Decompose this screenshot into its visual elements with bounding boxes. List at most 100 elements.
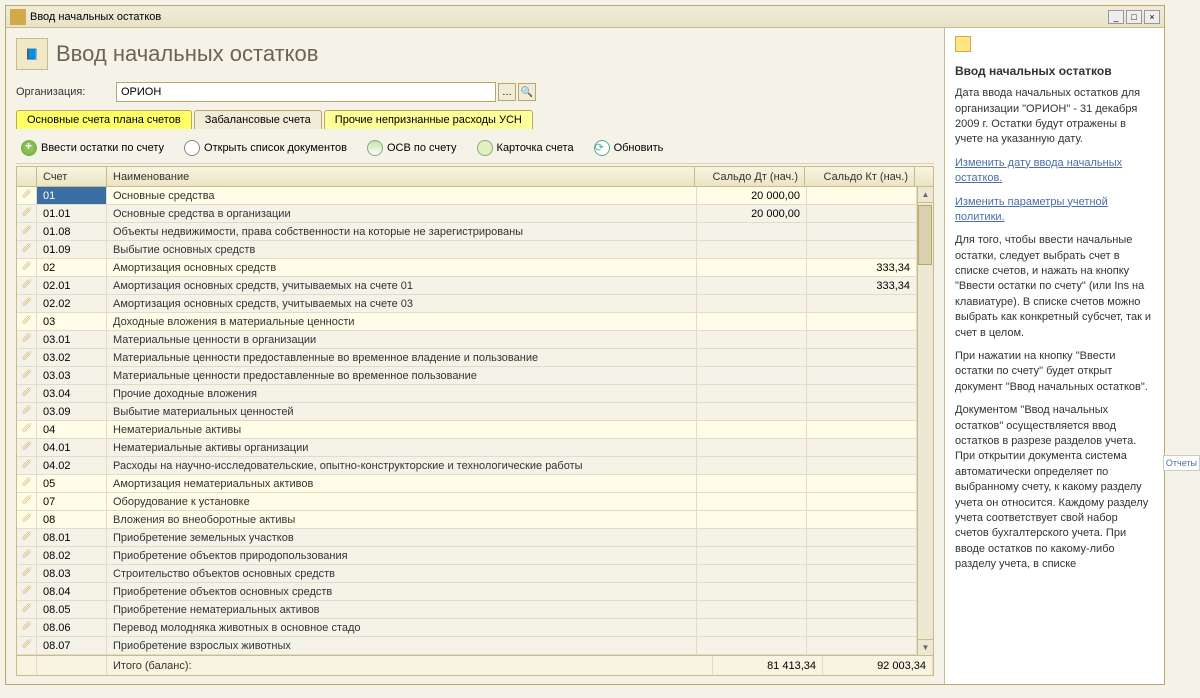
vertical-scrollbar[interactable]: ▲ ▼ <box>917 187 933 655</box>
row-credit <box>807 439 917 456</box>
accounts-table: Счет Наименование Сальдо Дт (нач.) Сальд… <box>16 166 934 676</box>
row-debit <box>697 349 807 366</box>
side-label-reports[interactable]: Отчеты <box>1163 455 1200 471</box>
col-debit-header[interactable]: Сальдо Дт (нач.) <box>695 167 805 186</box>
org-choose-button[interactable]: … <box>498 83 516 101</box>
table-row[interactable]: ␥08.03Строительство объектов основных ср… <box>17 565 917 583</box>
row-account: 04 <box>37 421 107 438</box>
table-row[interactable]: ␥05Амортизация нематериальных активов <box>17 475 917 493</box>
document-icon <box>184 140 200 156</box>
table-row[interactable]: ␥07Оборудование к установке <box>17 493 917 511</box>
row-debit <box>697 259 807 276</box>
table-row[interactable]: ␥01.08Объекты недвижимости, права собств… <box>17 223 917 241</box>
row-account: 08.06 <box>37 619 107 636</box>
scroll-down-button[interactable]: ▼ <box>918 639 933 655</box>
row-name: Материальные ценности предоставленные во… <box>107 349 697 366</box>
table-row[interactable]: ␥04Нематериальные активы <box>17 421 917 439</box>
tab-2[interactable]: Прочие непризнанные расходы УСН <box>324 110 533 129</box>
row-icon: ␥ <box>17 439 37 456</box>
row-credit <box>807 205 917 222</box>
table-row[interactable]: ␥08.02Приобретение объектов природопольз… <box>17 547 917 565</box>
col-credit-header[interactable]: Сальдо Кт (нач.) <box>805 167 915 186</box>
table-row[interactable]: ␥01Основные средства20 000,00 <box>17 187 917 205</box>
table-row[interactable]: ␥01.01Основные средства в организации20 … <box>17 205 917 223</box>
maximize-button[interactable]: □ <box>1126 10 1142 24</box>
scroll-up-button[interactable]: ▲ <box>918 187 933 203</box>
tab-0[interactable]: Основные счета плана счетов <box>16 110 192 129</box>
row-debit <box>697 295 807 312</box>
card-icon <box>477 140 493 156</box>
col-account-header[interactable]: Счет <box>37 167 107 186</box>
table-row[interactable]: ␥03.02Материальные ценности предоставлен… <box>17 349 917 367</box>
row-credit <box>807 529 917 546</box>
row-icon: ␥ <box>17 583 37 600</box>
row-icon: ␥ <box>17 475 37 492</box>
row-debit <box>697 403 807 420</box>
row-icon: ␥ <box>17 313 37 330</box>
row-credit <box>807 583 917 600</box>
refresh-button[interactable]: ⟳Обновить <box>589 137 669 159</box>
row-account: 08.07 <box>37 637 107 654</box>
row-icon: ␥ <box>17 529 37 546</box>
row-credit <box>807 187 917 204</box>
row-account: 08.02 <box>37 547 107 564</box>
row-credit <box>807 223 917 240</box>
table-row[interactable]: ␥08.04Приобретение объектов основных сре… <box>17 583 917 601</box>
row-debit <box>697 565 807 582</box>
table-row[interactable]: ␥08.07Приобретение взрослых животных <box>17 637 917 655</box>
open-docs-button[interactable]: Открыть список документов <box>179 137 352 159</box>
row-icon: ␥ <box>17 295 37 312</box>
help-title: Ввод начальных остатков <box>955 63 1154 80</box>
row-debit <box>697 367 807 384</box>
table-row[interactable]: ␥04.01Нематериальные активы организации <box>17 439 917 457</box>
tab-1[interactable]: Забалансовые счета <box>194 110 322 129</box>
row-credit <box>807 475 917 492</box>
table-row[interactable]: ␥03.03Материальные ценности предоставлен… <box>17 367 917 385</box>
table-row[interactable]: ␥01.09Выбытие основных средств <box>17 241 917 259</box>
table-row[interactable]: ␥08.06Перевод молодняка животных в основ… <box>17 619 917 637</box>
row-debit <box>697 475 807 492</box>
scroll-thumb[interactable] <box>918 205 932 265</box>
row-account: 01 <box>37 187 107 204</box>
row-account: 01.09 <box>37 241 107 258</box>
row-name: Приобретение объектов основных средств <box>107 583 697 600</box>
row-account: 03.04 <box>37 385 107 402</box>
change-policy-link[interactable]: Изменить параметры учетной политики. <box>955 195 1154 226</box>
table-body[interactable]: ␥01Основные средства20 000,00␥01.01Основ… <box>17 187 917 655</box>
table-row[interactable]: ␥03.09Выбытие материальных ценностей <box>17 403 917 421</box>
table-row[interactable]: ␥02.01Амортизация основных средств, учит… <box>17 277 917 295</box>
row-debit <box>697 241 807 258</box>
row-account: 01.01 <box>37 205 107 222</box>
row-credit <box>807 619 917 636</box>
table-row[interactable]: ␥08.05Приобретение нематериальных активо… <box>17 601 917 619</box>
close-button[interactable]: × <box>1144 10 1160 24</box>
osv-button[interactable]: ОСВ по счету <box>362 137 462 159</box>
row-account: 08.01 <box>37 529 107 546</box>
org-search-button[interactable]: 🔍 <box>518 83 536 101</box>
titlebar: Ввод начальных остатков _ □ × <box>6 6 1164 28</box>
add-balance-button[interactable]: Ввести остатки по счету <box>16 137 169 159</box>
table-row[interactable]: ␥02.02Амортизация основных средств, учит… <box>17 295 917 313</box>
row-name: Основные средства <box>107 187 697 204</box>
table-row[interactable]: ␥08.01Приобретение земельных участков <box>17 529 917 547</box>
row-icon: ␥ <box>17 385 37 402</box>
footer-credit: 92 003,34 <box>823 656 933 675</box>
window-title: Ввод начальных остатков <box>30 11 161 23</box>
row-icon: ␥ <box>17 421 37 438</box>
col-name-header[interactable]: Наименование <box>107 167 695 186</box>
table-row[interactable]: ␥02Амортизация основных средств333,34 <box>17 259 917 277</box>
row-name: Выбытие основных средств <box>107 241 697 258</box>
table-row[interactable]: ␥03.04Прочие доходные вложения <box>17 385 917 403</box>
row-account: 02 <box>37 259 107 276</box>
table-row[interactable]: ␥04.02Расходы на научно-исследовательски… <box>17 457 917 475</box>
org-input[interactable]: ОРИОН <box>116 82 496 102</box>
row-icon: ␥ <box>17 349 37 366</box>
table-row[interactable]: ␥03Доходные вложения в материальные ценн… <box>17 313 917 331</box>
card-button[interactable]: Карточка счета <box>472 137 579 159</box>
change-date-link[interactable]: Изменить дату ввода начальных остатков. <box>955 156 1154 187</box>
minimize-button[interactable]: _ <box>1108 10 1124 24</box>
row-debit <box>697 385 807 402</box>
help-p2: Для того, чтобы ввести начальные остатки… <box>955 233 1154 341</box>
table-row[interactable]: ␥03.01Материальные ценности в организаци… <box>17 331 917 349</box>
table-row[interactable]: ␥08Вложения во внеоборотные активы <box>17 511 917 529</box>
